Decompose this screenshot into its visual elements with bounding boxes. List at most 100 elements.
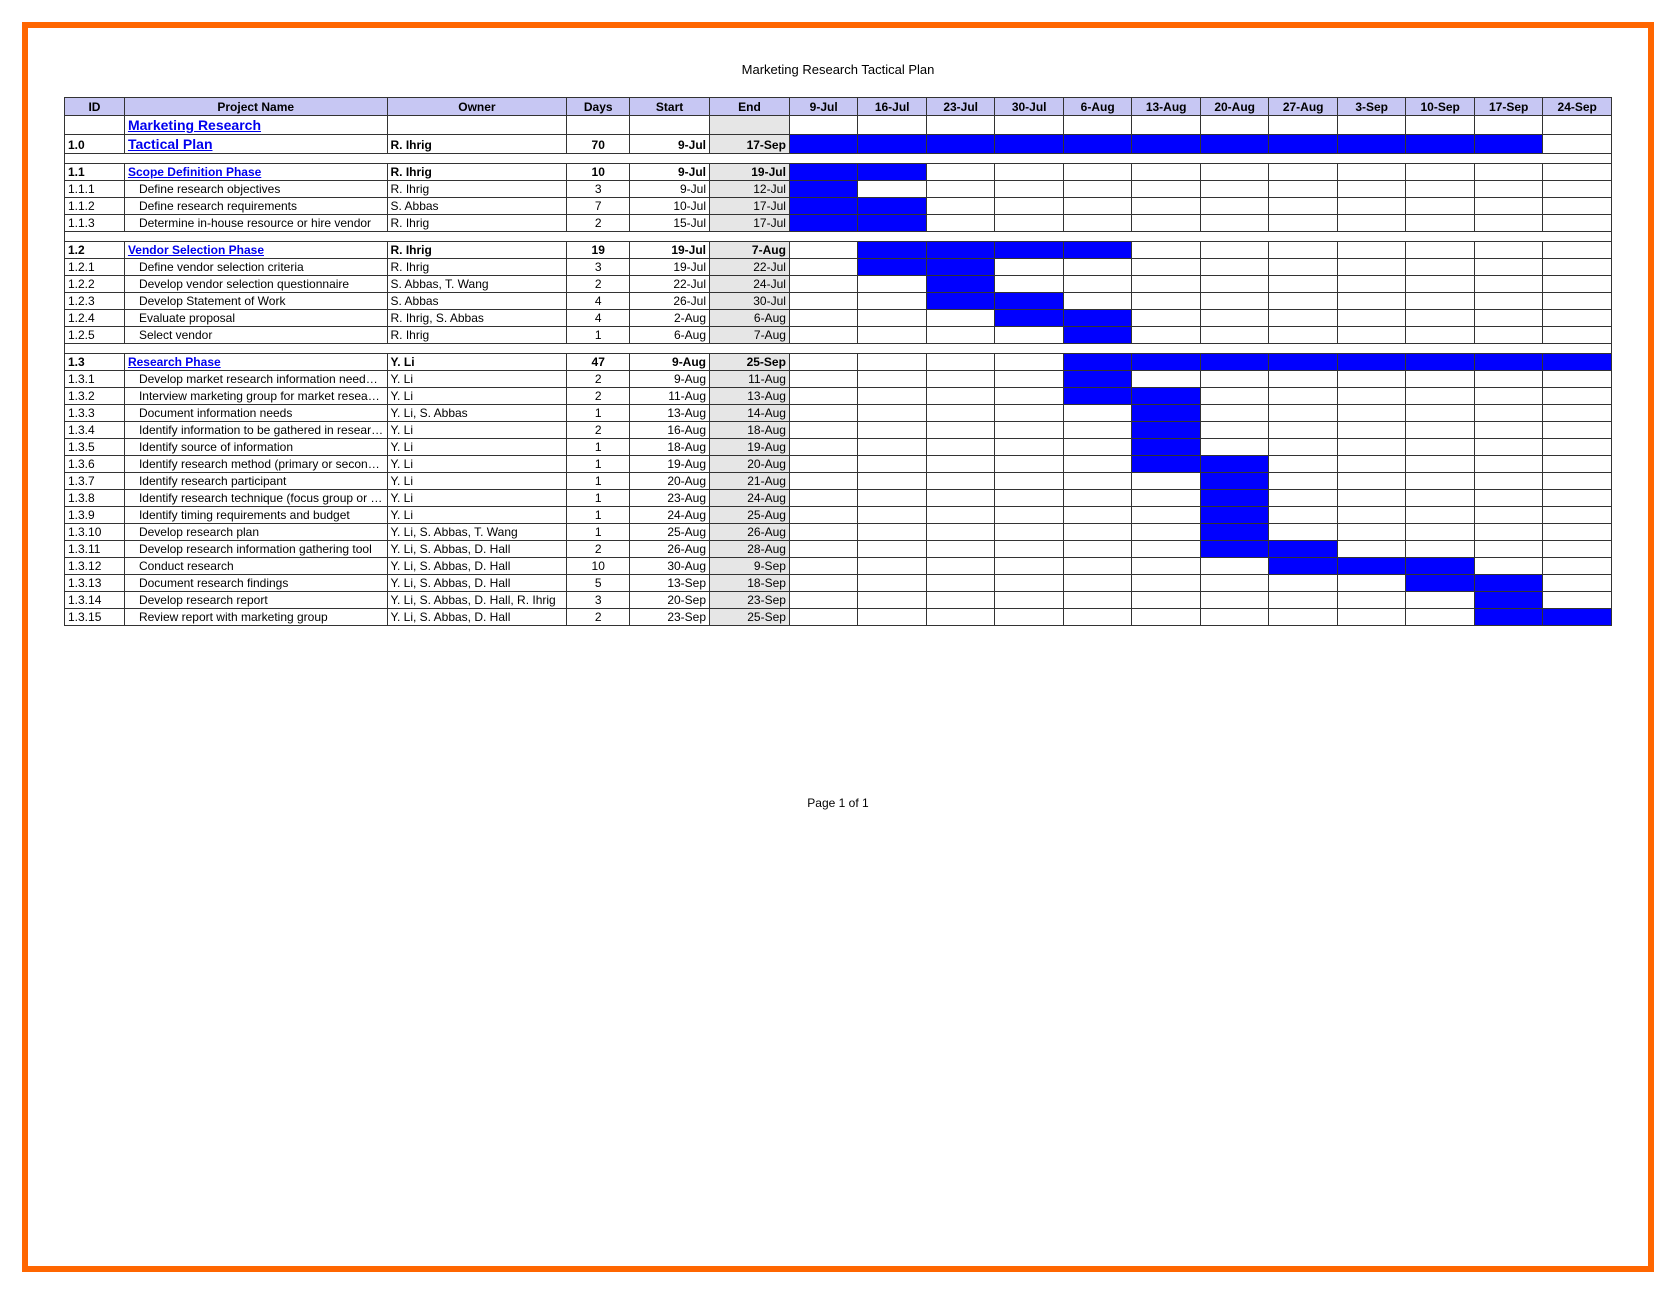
gantt-cell bbox=[926, 259, 995, 276]
cell-end: 14-Aug bbox=[710, 405, 790, 422]
gantt-cell bbox=[995, 558, 1064, 575]
cell-name: Document information needs bbox=[124, 405, 387, 422]
spacer-cell bbox=[1269, 232, 1338, 242]
gantt-cell bbox=[1474, 354, 1543, 371]
gantt-cell bbox=[1063, 135, 1132, 154]
cell-start: 30-Aug bbox=[630, 558, 710, 575]
gantt-cell bbox=[1337, 276, 1406, 293]
cell-owner: R. Ihrig bbox=[387, 259, 567, 276]
spacer-cell bbox=[1543, 232, 1612, 242]
gantt-cell bbox=[1063, 181, 1132, 198]
gantt-cell bbox=[1337, 327, 1406, 344]
gantt-cell bbox=[1474, 276, 1543, 293]
cell-days: 1 bbox=[567, 490, 630, 507]
col-date: 17-Sep bbox=[1474, 98, 1543, 116]
gantt-cell bbox=[926, 135, 995, 154]
gantt-cell bbox=[995, 541, 1064, 558]
gantt-cell bbox=[858, 405, 927, 422]
gantt-cell bbox=[1200, 198, 1269, 215]
cell-end: 19-Jul bbox=[710, 164, 790, 181]
col-date: 10-Sep bbox=[1406, 98, 1475, 116]
spacer-cell bbox=[387, 154, 567, 164]
spacer-cell bbox=[789, 232, 858, 242]
gantt-cell bbox=[1406, 473, 1475, 490]
col-date: 9-Jul bbox=[789, 98, 858, 116]
spacer-cell bbox=[1337, 154, 1406, 164]
gantt-cell bbox=[1474, 293, 1543, 310]
gantt-cell bbox=[1337, 181, 1406, 198]
spacer-cell bbox=[124, 232, 387, 242]
gantt-cell bbox=[995, 259, 1064, 276]
cell-days: 1 bbox=[567, 327, 630, 344]
gantt-cell bbox=[926, 439, 995, 456]
cell-days: 4 bbox=[567, 310, 630, 327]
gantt-cell bbox=[858, 327, 927, 344]
gantt-cell bbox=[1063, 310, 1132, 327]
cell-id: 1.2.3 bbox=[65, 293, 125, 310]
col-start: Start bbox=[630, 98, 710, 116]
gantt-cell bbox=[995, 310, 1064, 327]
cell-days: 1 bbox=[567, 439, 630, 456]
cell-days: 1 bbox=[567, 456, 630, 473]
cell-name: Identify timing requirements and budget bbox=[124, 507, 387, 524]
spacer-cell bbox=[630, 232, 710, 242]
gantt-cell bbox=[1337, 354, 1406, 371]
gantt-cell bbox=[926, 575, 995, 592]
gantt-cell bbox=[1200, 490, 1269, 507]
cell-name: Develop research plan bbox=[124, 524, 387, 541]
cell-owner: Y. Li, S. Abbas, D. Hall bbox=[387, 575, 567, 592]
gantt-cell bbox=[1200, 242, 1269, 259]
cell-name: Develop market research information need… bbox=[124, 371, 387, 388]
cell-days: 4 bbox=[567, 293, 630, 310]
gantt-cell bbox=[1063, 422, 1132, 439]
spacer-cell bbox=[789, 154, 858, 164]
spacer-cell bbox=[124, 344, 387, 354]
gantt-cell bbox=[926, 388, 995, 405]
gantt-cell bbox=[1406, 181, 1475, 198]
cell-id: 1.3 bbox=[65, 354, 125, 371]
gantt-cell bbox=[789, 456, 858, 473]
gantt-cell bbox=[1406, 310, 1475, 327]
gantt-cell bbox=[926, 198, 995, 215]
gantt-cell bbox=[858, 116, 927, 135]
gantt-cell bbox=[1132, 276, 1201, 293]
cell-start: 26-Jul bbox=[630, 293, 710, 310]
cell-id: 1.3.7 bbox=[65, 473, 125, 490]
spacer-cell bbox=[710, 154, 790, 164]
gantt-cell bbox=[1406, 490, 1475, 507]
gantt-cell bbox=[1132, 327, 1201, 344]
gantt-cell bbox=[1200, 259, 1269, 276]
gantt-cell bbox=[1543, 490, 1612, 507]
cell-owner: Y. Li bbox=[387, 354, 567, 371]
gantt-cell bbox=[1132, 507, 1201, 524]
gantt-cell bbox=[1474, 242, 1543, 259]
gantt-cell bbox=[789, 116, 858, 135]
gantt-cell bbox=[1132, 541, 1201, 558]
spacer-cell bbox=[387, 232, 567, 242]
spacer-cell bbox=[1337, 232, 1406, 242]
cell-name: Tactical Plan bbox=[124, 135, 387, 154]
gantt-cell bbox=[926, 422, 995, 439]
gantt-cell bbox=[926, 473, 995, 490]
cell-owner: S. Abbas bbox=[387, 293, 567, 310]
cell-id: 1.3.8 bbox=[65, 490, 125, 507]
cell-owner: Y. Li, S. Abbas, D. Hall bbox=[387, 558, 567, 575]
gantt-cell bbox=[858, 198, 927, 215]
spacer-cell bbox=[1269, 154, 1338, 164]
gantt-cell bbox=[926, 507, 995, 524]
gantt-cell bbox=[1200, 405, 1269, 422]
gantt-cell bbox=[1063, 259, 1132, 276]
cell-name: Review report with marketing group bbox=[124, 609, 387, 626]
gantt-cell bbox=[1063, 558, 1132, 575]
gantt-cell bbox=[1406, 293, 1475, 310]
gantt-cell bbox=[1337, 293, 1406, 310]
gantt-cell bbox=[1337, 198, 1406, 215]
cell-name: Develop Statement of Work bbox=[124, 293, 387, 310]
cell-start: 9-Jul bbox=[630, 135, 710, 154]
document-frame: Marketing Research Tactical Plan ID Proj… bbox=[22, 22, 1654, 1272]
gantt-cell bbox=[1200, 439, 1269, 456]
gantt-cell bbox=[1132, 116, 1201, 135]
spacer-cell bbox=[1132, 344, 1201, 354]
gantt-cell bbox=[1543, 575, 1612, 592]
gantt-cell bbox=[995, 388, 1064, 405]
